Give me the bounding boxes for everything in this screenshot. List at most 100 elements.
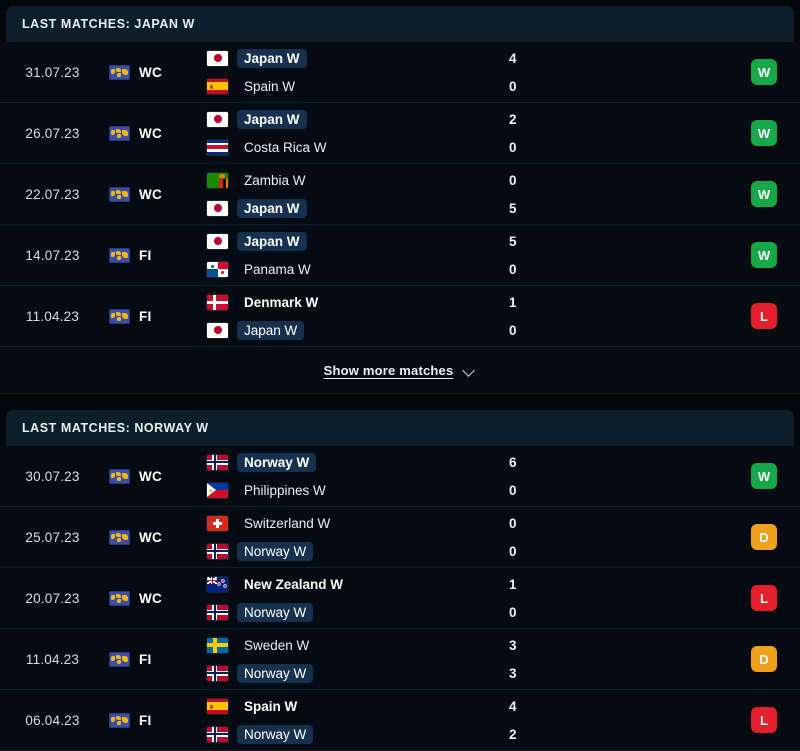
teams-cell: Denmark W Japan W bbox=[205, 286, 505, 346]
team-name-away[interactable]: Japan W bbox=[237, 198, 307, 218]
match-row[interactable]: 11.04.23 FI Denmark W Japan W10L bbox=[0, 286, 800, 347]
team-line-away[interactable]: Philippines W bbox=[207, 480, 505, 501]
competition-label: FI bbox=[139, 308, 152, 324]
team-name-away[interactable]: Japan W bbox=[237, 320, 305, 340]
team-name-home[interactable]: New Zealand W bbox=[237, 575, 350, 594]
team-name-home[interactable]: Sweden W bbox=[237, 636, 316, 655]
score-home: 3 bbox=[509, 637, 517, 653]
team-line-away[interactable]: Costa Rica W bbox=[207, 137, 505, 158]
competition-cell[interactable]: FI bbox=[105, 690, 205, 750]
match-row[interactable]: 26.07.23 WC Japan W Costa Rica W20W bbox=[0, 103, 800, 164]
team-name-away[interactable]: Norway W bbox=[237, 663, 314, 683]
team-name-home[interactable]: Switzerland W bbox=[237, 514, 337, 533]
competition-cell[interactable]: WC bbox=[105, 42, 205, 102]
result-cell: L bbox=[728, 286, 800, 346]
team-name-home[interactable]: Japan W bbox=[237, 109, 307, 129]
competition-label: FI bbox=[139, 247, 152, 263]
match-row[interactable]: 06.04.23 FI Spain W Norway W42L bbox=[0, 690, 800, 751]
team-name-away[interactable]: Norway W bbox=[237, 541, 314, 561]
score-home: 0 bbox=[509, 515, 517, 531]
match-row[interactable]: 31.07.23 WC Japan W Spain W40W bbox=[0, 42, 800, 103]
match-row[interactable]: 30.07.23 WC Norway W Philippines W60W bbox=[0, 446, 800, 507]
result-badge: L bbox=[751, 585, 777, 611]
competition-cell[interactable]: FI bbox=[105, 629, 205, 689]
teams-cell: Sweden W Norway W bbox=[205, 629, 505, 689]
competition-cell[interactable]: WC bbox=[105, 164, 205, 224]
score-home: 6 bbox=[509, 454, 517, 470]
team-name-home[interactable]: Japan W bbox=[237, 231, 307, 251]
show-more-matches-button[interactable]: Show more matches bbox=[0, 347, 800, 394]
team-line-home[interactable]: Switzerland W bbox=[207, 513, 505, 534]
team-line-home[interactable]: Japan W bbox=[207, 109, 505, 130]
match-date: 22.07.23 bbox=[25, 186, 80, 202]
team-line-away[interactable]: Norway W bbox=[207, 663, 505, 684]
competition-cell[interactable]: WC bbox=[105, 507, 205, 567]
team-line-away[interactable]: Japan W bbox=[207, 320, 505, 341]
section-header-title: LAST MATCHES: NORWAY W bbox=[22, 421, 209, 435]
flag-icon-jp bbox=[207, 200, 228, 216]
team-name-home[interactable]: Spain W bbox=[237, 697, 304, 716]
score-away: 0 bbox=[509, 482, 517, 498]
competition-cell[interactable]: WC bbox=[105, 103, 205, 163]
teams-cell: Switzerland W Norway W bbox=[205, 507, 505, 567]
score-cell: 05 bbox=[505, 164, 665, 224]
competition-cell[interactable]: FI bbox=[105, 225, 205, 285]
section-header: LAST MATCHES: NORWAY W bbox=[6, 410, 794, 446]
team-line-home[interactable]: Denmark W bbox=[207, 292, 505, 313]
flag-icon-pa bbox=[207, 261, 228, 277]
team-line-home[interactable]: Norway W bbox=[207, 452, 505, 473]
match-row[interactable]: 25.07.23 WC Switzerland W Norway W00D bbox=[0, 507, 800, 568]
team-line-away[interactable]: Norway W bbox=[207, 541, 505, 562]
flag-icon-es bbox=[207, 78, 228, 94]
row-spacer bbox=[665, 507, 728, 567]
team-line-away[interactable]: Spain W bbox=[207, 76, 505, 97]
team-line-home[interactable]: Zambia W bbox=[207, 170, 505, 191]
score-cell: 10 bbox=[505, 568, 665, 628]
team-line-home[interactable]: New Zealand W bbox=[207, 574, 505, 595]
competition-label: WC bbox=[139, 529, 163, 545]
result-badge: D bbox=[751, 646, 777, 672]
matches-list: 30.07.23 WC Norway W Philippines W 6 0 W 25.07.… bbox=[0, 446, 800, 751]
team-line-home[interactable]: Sweden W bbox=[207, 635, 505, 656]
team-name-home[interactable]: Japan W bbox=[237, 48, 307, 68]
team-line-away[interactable]: Japan W bbox=[207, 198, 505, 219]
team-line-home[interactable]: Japan W bbox=[207, 231, 505, 252]
team-line-away[interactable]: Norway W bbox=[207, 724, 505, 745]
match-row[interactable]: 20.07.23 WC New Zealand W Norway W10L bbox=[0, 568, 800, 629]
score-away: 0 bbox=[509, 604, 517, 620]
score-home: 4 bbox=[509, 698, 517, 714]
team-name-away[interactable]: Spain W bbox=[237, 77, 302, 96]
result-badge: L bbox=[751, 707, 777, 733]
team-name-home[interactable]: Norway W bbox=[237, 452, 317, 472]
match-date: 11.04.23 bbox=[25, 651, 80, 667]
team-line-away[interactable]: Norway W bbox=[207, 602, 505, 623]
team-line-home[interactable]: Japan W bbox=[207, 48, 505, 69]
competition-cell[interactable]: WC bbox=[105, 446, 205, 506]
team-name-home[interactable]: Denmark W bbox=[237, 293, 325, 312]
flag-icon-no bbox=[207, 604, 228, 620]
world-map-icon bbox=[109, 308, 130, 324]
row-spacer bbox=[665, 629, 728, 689]
team-name-away[interactable]: Panama W bbox=[237, 260, 318, 279]
flag-icon-se bbox=[207, 637, 228, 653]
team-name-away[interactable]: Norway W bbox=[237, 602, 314, 622]
flag-icon-dk bbox=[207, 294, 228, 310]
score-home: 1 bbox=[509, 294, 517, 310]
team-name-home[interactable]: Zambia W bbox=[237, 171, 313, 190]
team-name-away[interactable]: Philippines W bbox=[237, 481, 333, 500]
world-map-icon bbox=[109, 125, 130, 141]
score-cell: 60 bbox=[505, 446, 665, 506]
team-line-home[interactable]: Spain W bbox=[207, 696, 505, 717]
team-name-away[interactable]: Costa Rica W bbox=[237, 138, 334, 157]
team-line-away[interactable]: Panama W bbox=[207, 259, 505, 280]
match-row[interactable]: 11.04.23 FI Sweden W Norway W33D bbox=[0, 629, 800, 690]
team-name-away[interactable]: Norway W bbox=[237, 724, 314, 744]
match-row[interactable]: 14.07.23 FI Japan W Panama W50W bbox=[0, 225, 800, 286]
section-header: LAST MATCHES: JAPAN W bbox=[6, 6, 794, 42]
score-away: 0 bbox=[509, 139, 517, 155]
competition-cell[interactable]: FI bbox=[105, 286, 205, 346]
match-row[interactable]: 22.07.23 WC Zambia W Japan W05W bbox=[0, 164, 800, 225]
matches-section: LAST MATCHES: JAPAN W 31.07.23 WC Japan W Sp… bbox=[0, 6, 800, 394]
competition-cell[interactable]: WC bbox=[105, 568, 205, 628]
score-cell: 10 bbox=[505, 286, 665, 346]
